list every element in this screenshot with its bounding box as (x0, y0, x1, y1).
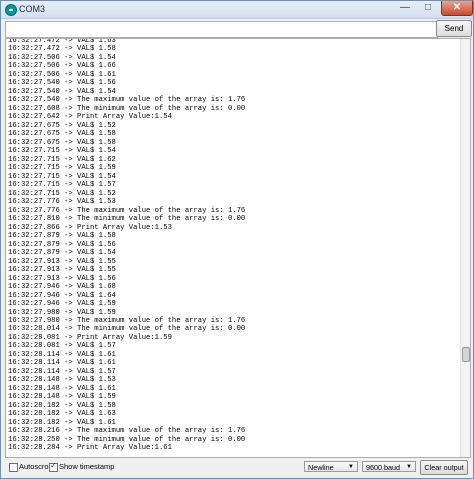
output-line: 16:32:27.608 -> The minimum value of the… (8, 104, 246, 113)
clear-output-button[interactable]: Clear output (420, 460, 468, 475)
output-line: 16:32:27.506 -> VAL$ 1.54 (8, 53, 116, 62)
minimize-icon[interactable]: — (394, 1, 416, 15)
output-line: 16:32:27.715 -> VAL$ 1.59 (8, 164, 116, 173)
output-line: 16:32:27.776 -> VAL$ 1.53 (8, 198, 116, 207)
output-line: 16:32:27.715 -> VAL$ 1.62 (8, 155, 116, 164)
output-line: 16:32:28.284 -> Print Array Value:1.61 (8, 444, 172, 453)
output-line: 16:32:28.114 -> VAL$ 1.61 (8, 359, 116, 368)
line-ending-select[interactable]: Newline ▼ (304, 461, 358, 472)
output-line: 16:32:27.946 -> VAL$ 1.59 (8, 300, 116, 309)
output-line: 16:32:27.675 -> VAL$ 1.58 (8, 130, 116, 139)
scrollbar-thumb[interactable] (462, 347, 470, 362)
output-line: 16:32:28.148 -> VAL$ 1.59 (8, 393, 116, 402)
close-icon[interactable]: ✕ (441, 1, 473, 16)
output-line: 16:32:27.810 -> The minimum value of the… (8, 215, 246, 224)
output-line: 16:32:27.715 -> VAL$ 1.54 (8, 172, 116, 181)
output-line: 16:32:27.879 -> VAL$ 1.54 (8, 249, 116, 258)
autoscroll-checkbox[interactable] (9, 463, 18, 472)
window-title: COM3 (19, 4, 46, 14)
output-line: 16:32:27.913 -> VAL$ 1.55 (8, 266, 116, 275)
output-line: 16:32:28.216 -> The maximum value of the… (8, 427, 246, 436)
show-timestamp-checkbox[interactable] (49, 461, 58, 472)
output-line: 16:32:27.913 -> VAL$ 1.55 (8, 257, 116, 266)
output-line: 16:32:27.675 -> VAL$ 1.52 (8, 121, 116, 130)
output-line: 16:32:28.014 -> The minimum value of the… (8, 325, 246, 334)
output-line: 16:32:27.879 -> VAL$ 1.58 (8, 232, 116, 241)
output-line: 16:32:28.182 -> VAL$ 1.58 (8, 401, 116, 410)
baud-rate-value: 9600 baud (366, 463, 400, 472)
output-line: 16:32:27.540 -> VAL$ 1.54 (8, 87, 116, 96)
output-line: 16:32:27.540 -> VAL$ 1.56 (8, 79, 116, 88)
output-line: 16:32:27.506 -> VAL$ 1.61 (8, 70, 116, 79)
output-line: 16:32:27.980 -> VAL$ 1.59 (8, 308, 116, 317)
output-line: 16:32:27.472 -> VAL$ 1.63 (8, 38, 116, 45)
output-line: 16:32:27.715 -> VAL$ 1.54 (8, 147, 116, 156)
output-line: 16:32:27.506 -> VAL$ 1.66 (8, 62, 116, 71)
arduino-icon (5, 4, 17, 16)
output-line: 16:32:27.913 -> VAL$ 1.56 (8, 274, 116, 283)
output-line: 16:32:28.182 -> VAL$ 1.61 (8, 418, 116, 427)
send-button[interactable]: Send (436, 20, 472, 37)
output-line: 16:32:28.081 -> VAL$ 1.57 (8, 342, 116, 351)
output-line: 16:32:27.980 -> The maximum value of the… (8, 316, 246, 325)
output-line: 16:32:28.081 -> Print Array Value:1.59 (8, 333, 172, 342)
output-line: 16:32:28.148 -> VAL$ 1.53 (8, 376, 116, 385)
output-line: 16:32:27.946 -> VAL$ 1.64 (8, 291, 116, 300)
autoscroll-label: Autoscroll (19, 462, 52, 471)
chevron-down-icon: ▼ (406, 464, 412, 470)
output-line: 16:32:27.472 -> VAL$ 1.58 (8, 45, 116, 54)
output-lines: 16:32:27.472 -> VAL$ 1.63 16:32:27.472 ->… (8, 38, 246, 453)
serial-monitor-window: COM3 — □ ✕ Send 16:32:27.472 -> VAL$ 1.6… (0, 0, 474, 479)
output-line: 16:32:27.946 -> VAL$ 1.68 (8, 283, 116, 292)
output-line: 16:32:27.642 -> Print Array Value:1.54 (8, 113, 172, 122)
output-line: 16:32:28.148 -> VAL$ 1.61 (8, 384, 116, 393)
output-line: 16:32:28.114 -> VAL$ 1.61 (8, 350, 116, 359)
output-line: 16:32:28.182 -> VAL$ 1.63 (8, 410, 116, 419)
vertical-scrollbar[interactable] (460, 39, 470, 457)
baud-rate-select[interactable]: 9600 baud ▼ (362, 461, 416, 472)
output-line: 16:32:27.675 -> VAL$ 1.58 (8, 138, 116, 147)
title-bar: COM3 — □ ✕ (1, 1, 473, 19)
chevron-down-icon: ▼ (348, 464, 354, 470)
show-timestamp-label: Show timestamp (59, 462, 115, 471)
line-ending-value: Newline (308, 463, 334, 472)
maximize-icon[interactable]: □ (417, 1, 439, 15)
output-line: 16:32:27.776 -> The maximum value of the… (8, 206, 246, 215)
serial-output[interactable]: 16:32:27.472 -> VAL$ 1.63 16:32:27.472 ->… (5, 38, 471, 458)
send-input[interactable] (5, 21, 438, 38)
output-line: 16:32:27.866 -> Print Array Value:1.53 (8, 223, 172, 232)
output-line: 16:32:28.114 -> VAL$ 1.57 (8, 367, 116, 376)
output-line: 16:32:27.715 -> VAL$ 1.52 (8, 189, 116, 198)
output-line: 16:32:27.715 -> VAL$ 1.57 (8, 181, 116, 190)
footer-bar: Autoscroll Show timestamp Newline ▼ 9600… (1, 458, 473, 478)
output-line: 16:32:27.879 -> VAL$ 1.56 (8, 240, 116, 249)
output-line: 16:32:27.540 -> The maximum value of the… (8, 96, 246, 105)
output-line: 16:32:28.250 -> The minimum value of the… (8, 435, 246, 444)
